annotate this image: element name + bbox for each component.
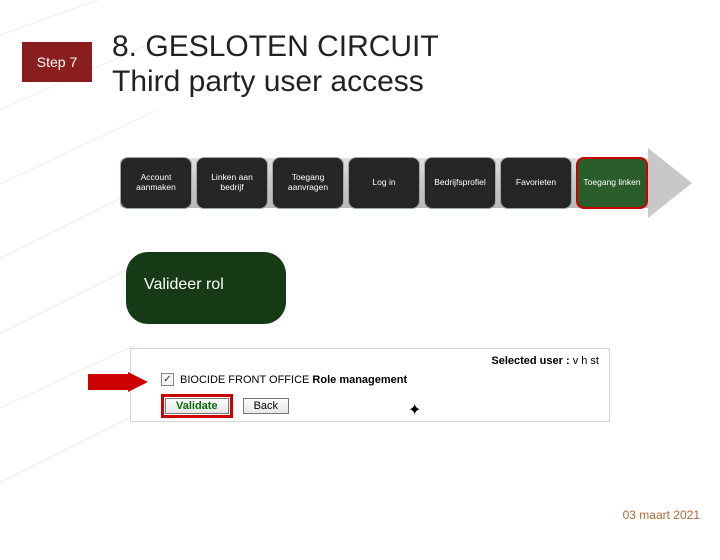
progress-step-6: Favorieten xyxy=(500,157,572,209)
callout-bubble: Valideer rol xyxy=(126,252,286,324)
validate-panel: Selected user : v h st ✓ BIOCIDE FRONT O… xyxy=(130,348,610,422)
progress-step-label: Bedrijfsprofiel xyxy=(434,178,486,188)
cursor-icon: ✦ xyxy=(408,400,421,420)
slide-date: 03 maart 2021 xyxy=(623,508,700,522)
title-line-2: Third party user access xyxy=(112,65,424,98)
progress-step-4: Log in xyxy=(348,157,420,209)
step-badge-label: Step 7 xyxy=(37,54,77,70)
progress-steps: Account aanmaken Linken aan bedrijf Toeg… xyxy=(120,150,648,209)
back-button[interactable]: Back xyxy=(243,398,289,414)
progress-step-2: Linken aan bedrijf xyxy=(196,157,268,209)
role-checkbox[interactable]: ✓ xyxy=(161,373,174,386)
role-text-prefix: BIOCIDE FRONT OFFICE xyxy=(180,374,309,386)
title-line-1: 8. GESLOTEN CIRCUIT xyxy=(112,30,439,63)
progress-step-label: Toegang linken xyxy=(583,178,640,188)
progress-step-label: Toegang aanvragen xyxy=(277,173,339,193)
progress-arrow: Account aanmaken Linken aan bedrijf Toeg… xyxy=(120,150,700,220)
role-row: ✓ BIOCIDE FRONT OFFICE Role management xyxy=(131,371,609,390)
validate-button-highlight: Validate xyxy=(161,394,233,418)
progress-step-label: Favorieten xyxy=(516,178,556,188)
step-badge: Step 7 xyxy=(22,42,92,82)
progress-step-1: Account aanmaken xyxy=(120,157,192,209)
selected-user-row: Selected user : v h st xyxy=(131,349,609,371)
progress-step-label: Linken aan bedrijf xyxy=(201,173,263,193)
page-title: 8. GESLOTEN CIRCUIT Third party user acc… xyxy=(112,30,439,99)
pointer-arrow-icon xyxy=(88,372,148,392)
selected-user-value: v h st xyxy=(573,355,599,367)
progress-step-3: Toegang aanvragen xyxy=(272,157,344,209)
validate-button[interactable]: Validate xyxy=(165,398,229,414)
progress-step-5: Bedrijfsprofiel xyxy=(424,157,496,209)
progress-step-label: Log in xyxy=(372,178,395,188)
callout-text: Valideer rol xyxy=(144,276,224,293)
role-text: BIOCIDE FRONT OFFICE Role management xyxy=(180,374,407,386)
role-text-suffix: Role management xyxy=(312,374,407,386)
button-row: Validate Back xyxy=(131,390,609,424)
selected-user-label: Selected user : xyxy=(491,355,569,367)
progress-step-7-current: Toegang linken xyxy=(576,157,648,209)
progress-step-label: Account aanmaken xyxy=(125,173,187,193)
